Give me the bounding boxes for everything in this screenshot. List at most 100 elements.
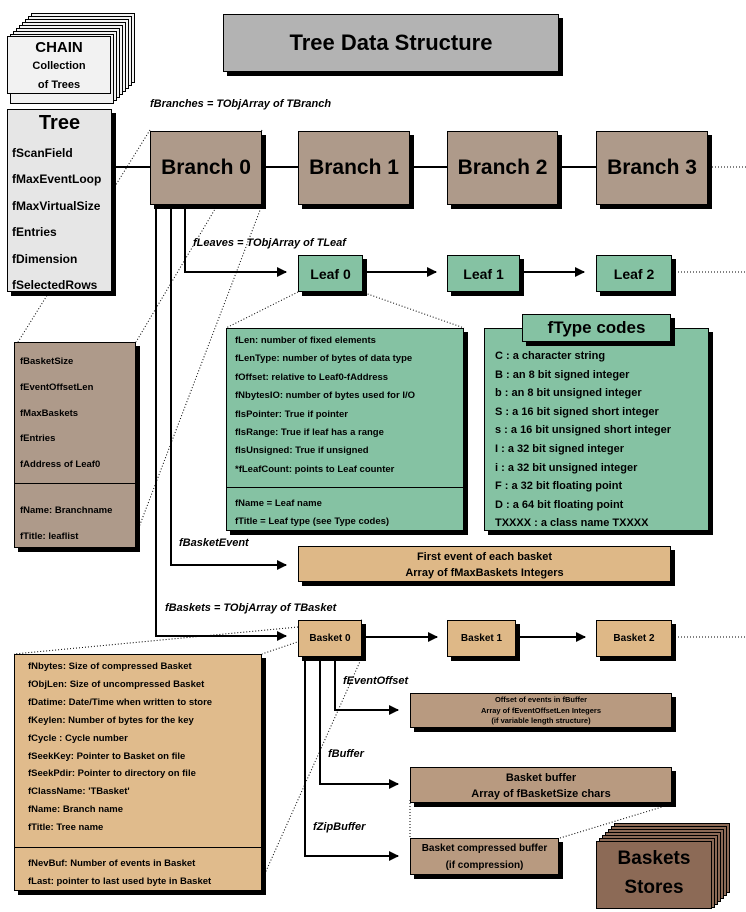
basket-field: fClassName: 'TBasket' [28,786,130,798]
leaf-name-field: fTitle = Leaf type (see Type codes) [235,516,390,528]
branch-name-field: fTitle: leaflist [20,530,79,542]
basket-field: fNbytes: Size of compressed Basket [28,661,192,672]
type-code: b : an 8 bit unsigned integer [495,387,642,400]
basket-event-label: fBasketEvent [179,537,249,549]
divider [15,483,135,484]
leaves-label: fLeaves = TObjArray of TLeaf [193,237,346,249]
type-code: F : a 32 bit floating point [495,480,623,493]
tree-box: Tree fScanField fMaxEventLoop fMaxVirtua… [7,109,112,292]
event-offset-line3: (if variable length structure) [491,716,591,725]
zip-buffer-box: Basket compressed buffer (if compression… [410,838,559,875]
type-codes-box: C : a character string B : an 8 bit sign… [484,328,709,531]
branch-2[interactable]: Branch 2 [447,131,558,205]
type-code: i : a 32 bit unsigned integer [495,461,638,474]
zip-buffer-label: fZipBuffer [313,821,366,833]
basket-detail-box: fNbytes: Size of compressed Basket fObjL… [14,654,262,891]
branch-field: fAddress of Leaf0 [20,459,101,471]
branch-field: fMaxBaskets [20,407,79,419]
event-offset-box: Offset of events in fBuffer Array of fEv… [410,693,672,728]
leaf-2[interactable]: Leaf 2 [596,255,672,292]
type-codes-list: C : a character string B : an 8 bit sign… [495,347,671,533]
basket-extra-field: fLast: pointer to last used byte in Bask… [28,875,212,887]
leaf-field: fOffset: relative to Leaf0-fAddress [235,371,389,383]
basket-field: fSeekPdir: Pointer to directory on file [28,768,196,780]
divider [15,847,261,848]
basket-1[interactable]: Basket 1 [447,620,516,657]
baskets-stores-box: Baskets Stores [596,841,712,909]
basket-field: fCycle : Cycle number [28,732,128,744]
leaf-detail-names: fName = Leaf name fTitle = Leaf type (se… [235,495,389,532]
leaf-field: fLen: number of fixed elements [235,335,376,346]
chain-title: CHAIN [35,39,83,56]
buffer-label: fBuffer [328,748,364,760]
branch-detail-box: fBasketSize fEventOffsetLen fMaxBaskets … [14,342,136,548]
leaf-detail-fields: fLen: number of fixed elements fLenType:… [235,332,415,479]
basket-extra-field: fNevBuf: Number of events in Basket [28,858,196,869]
baskets-label: fBaskets = TObjArray of TBasket [165,602,337,614]
tree-field: fDimension [12,251,78,266]
tree-field: fMaxEventLoop [12,172,102,187]
leaf-name-field: fName = Leaf name [235,498,322,509]
basket-field: fName: Branch name [28,804,124,816]
event-offset-label: fEventOffset [343,675,409,687]
stores-line1: Baskets [617,848,691,869]
divider [227,487,463,488]
leaf-field: fNbytesIO: number of bytes used for I/O [235,390,415,402]
page-title: Tree Data Structure [223,14,559,72]
basket-field: fKeylen: Number of bytes for the key [28,714,194,726]
leaf-field: fIsPointer: True if pointer [235,408,348,420]
basket-buffer-box: Basket buffer Array of fBasketSize chars [410,767,672,803]
event-offset-line2: Array of fEventOffsetLen Integers [480,705,602,715]
leaf-1[interactable]: Leaf 1 [447,255,520,292]
basket-event-line2: Array of fMaxBaskets Integers [405,567,564,579]
leaf-detail-box: fLen: number of fixed elements fLenType:… [226,328,464,531]
branch-1[interactable]: Branch 1 [298,131,410,205]
type-codes-title: fType codes [522,314,671,342]
tree-field: fSelectedRows [12,278,98,293]
basket-event-box: First event of each basket Array of fMax… [298,546,671,582]
chain-box: CHAIN Collection of Trees [7,36,111,94]
chain-line1: Collection [32,60,86,72]
basket-detail-fields: fNbytes: Size of compressed Basket fObjL… [28,658,212,837]
branch-detail-names: fName: Branchname fTitle: leaflist [20,498,112,550]
branches-label: fBranches = TObjArray of TBranch [150,98,332,110]
basket-detail-extra: fNevBuf: Number of events in Basket fLas… [28,855,211,891]
leaf-field: fLenType: number of bytes of data type [235,353,413,365]
basket-field: fSeekKey: Pointer to Basket on file [28,750,186,762]
leaf-field: fIsUnsigned: True if unsigned [235,445,369,457]
branch-0[interactable]: Branch 0 [150,131,262,205]
tree-field: fEntries [12,225,57,240]
leaf-field: *fLeafCount: points to Leaf counter [235,463,395,475]
type-code: s : a 16 bit unsigned short integer [495,424,672,437]
basket-field: fTitle: Tree name [28,822,104,834]
tree-fields: fScanField fMaxEventLoop fMaxVirtualSize… [12,140,101,298]
leaf-field: fIsRange: True if leaf has a range [235,427,384,439]
branch-field: fBasketSize [20,356,74,367]
branch-field: fEventOffsetLen [20,381,94,393]
branch-name-field: fName: Branchname [20,505,113,516]
basket-0[interactable]: Basket 0 [298,620,362,657]
tree-title: Tree [38,112,81,134]
basket-field: fDatime: Date/Time when written to store [28,696,213,708]
leaf-0[interactable]: Leaf 0 [298,255,363,292]
tree-field: fScanField [12,146,73,160]
type-code: S : a 16 bit signed short integer [495,405,659,418]
type-code: C : a character string [495,350,606,362]
stores-line2: Stores [624,877,684,898]
type-code: I : a 32 bit signed integer [495,442,624,455]
type-code: B : an 8 bit signed integer [495,368,630,381]
buffer-line2: Array of fBasketSize chars [471,788,611,800]
branch-detail-fields: fBasketSize fEventOffsetLen fMaxBaskets … [20,349,100,478]
zip-line1: Basket compressed buffer [421,843,548,854]
event-offset-line1: Offset of events in fBuffer [494,695,588,704]
type-code: D : a 64 bit floating point [495,498,624,511]
basket-field: fObjLen: Size of uncompressed Basket [28,678,205,690]
buffer-line1: Basket buffer [505,772,577,784]
branch-3[interactable]: Branch 3 [596,131,708,205]
zip-line2: (if compression) [445,860,524,871]
branch-field: fEntries [20,433,56,445]
type-code: TXXXX : a class name TXXXX [495,517,649,530]
tree-field: fMaxVirtualSize [12,198,101,213]
chain-line2: of Trees [37,79,81,91]
basket-2[interactable]: Basket 2 [596,620,672,657]
